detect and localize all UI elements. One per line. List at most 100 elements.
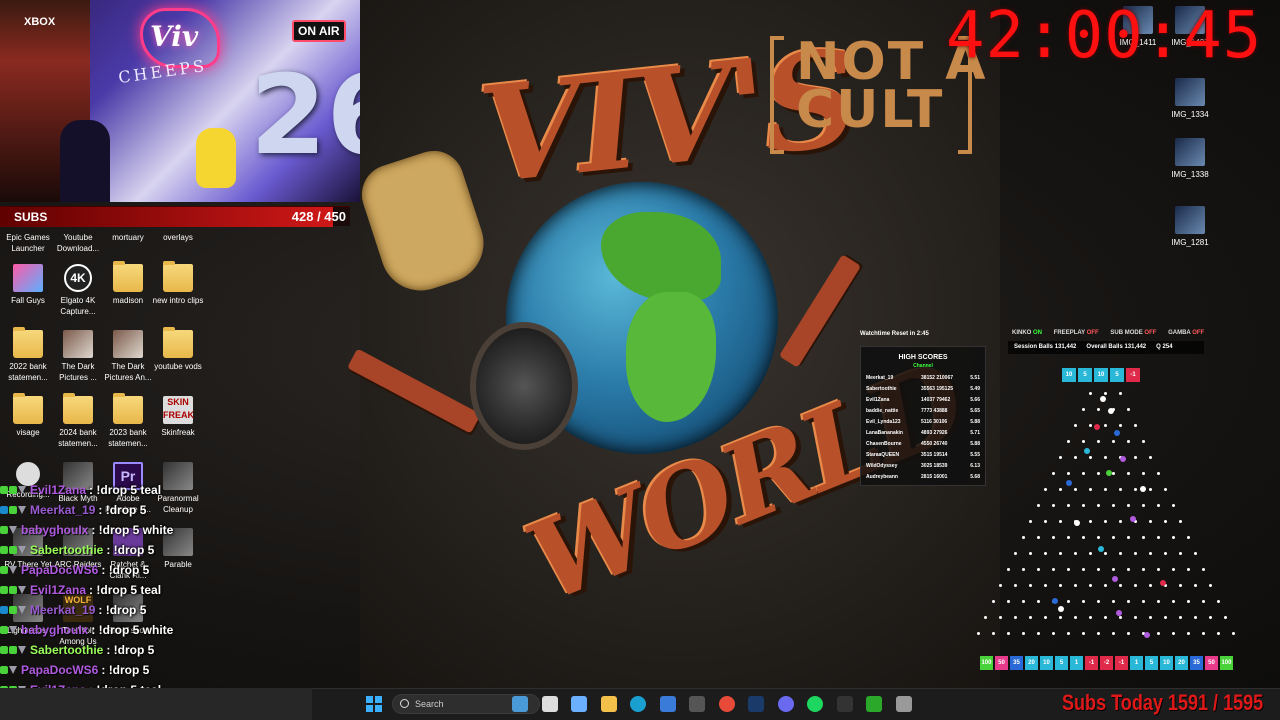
- plinko-peg: [1179, 552, 1182, 555]
- desktop-icon-9[interactable]: The Dark Pictures ...: [52, 330, 104, 383]
- plinko-bottom-slot: 35: [1010, 656, 1023, 670]
- high-score-ratio: 5.66: [970, 397, 980, 403]
- plinko-peg: [1111, 504, 1115, 507]
- obs-icon[interactable]: [689, 696, 705, 712]
- desktop-icon-1[interactable]: Youtube Download...: [52, 232, 104, 254]
- high-scores-subtitle: Channel: [913, 363, 933, 369]
- xbox-icon[interactable]: [866, 696, 882, 712]
- search-placeholder: Search: [415, 699, 444, 709]
- plinko-peg: [1119, 584, 1122, 587]
- plinko-status: KINKO ON FREEPLAY OFF SUB MODE OFF GAMBA…: [1012, 330, 1204, 336]
- plinko-peg: [1021, 632, 1025, 635]
- chat-message: Sabertoothie: !drop 5: [0, 640, 154, 660]
- desktop-icon-image-3[interactable]: IMG_1338: [1164, 138, 1216, 180]
- plinko-peg: [1134, 424, 1137, 427]
- gamba-label: GAMBA: [1168, 330, 1191, 336]
- plinko-peg: [1111, 440, 1115, 443]
- desktop-icon-5[interactable]: 4K Elgato 4K Capture...: [52, 264, 104, 317]
- start-button[interactable]: [366, 696, 382, 712]
- chat-text: : !drop 5 teal: [89, 483, 162, 497]
- plinko-bottom-slot: 50: [1205, 656, 1218, 670]
- plinko-peg: [1149, 520, 1152, 523]
- plinko-peg: [1209, 616, 1212, 619]
- desktop-icon-label: 2023 bank statemen...: [108, 428, 148, 448]
- chat-text: : !drop 5: [101, 563, 150, 577]
- spotify-icon[interactable]: [807, 696, 823, 712]
- high-score-value: 3515 19514: [921, 452, 948, 458]
- chat-text: : !drop 5: [106, 543, 155, 557]
- high-score-row: baddie_nattie 7773 43888 5.65: [866, 406, 980, 417]
- session-balls-value: 131,442: [1054, 344, 1077, 350]
- chat-badge-icon: [9, 506, 17, 514]
- desktop-icon-3[interactable]: overlays: [152, 232, 204, 243]
- steam-icon[interactable]: [748, 696, 764, 712]
- plinko-peg: [1186, 632, 1190, 635]
- plinko-peg: [1089, 552, 1092, 555]
- chat-message: PapaDocWS6: !drop 5: [0, 560, 149, 580]
- plinko-peg: [1066, 568, 1070, 571]
- widgets-icon[interactable]: [512, 696, 528, 712]
- plinko-peg: [1074, 552, 1077, 555]
- plinko-peg: [1051, 568, 1055, 571]
- chat-badge-icon: [0, 526, 8, 534]
- plinko-peg: [1074, 584, 1077, 587]
- desktop-icon-2[interactable]: mortuary: [102, 232, 154, 243]
- desktop-icon-label: youtube vods: [154, 362, 202, 371]
- plinko-peg: [1141, 440, 1145, 443]
- desktop-icon-12[interactable]: visage: [2, 393, 54, 438]
- plinko-peg: [1134, 488, 1137, 491]
- chrome-icon[interactable]: [718, 696, 735, 712]
- skin-icon: SKIN FREAK: [163, 396, 194, 424]
- chat-badge-icon: [0, 486, 8, 494]
- plinko-peg: [1111, 632, 1115, 635]
- desktop-icon-0[interactable]: Epic Games Launcher: [2, 232, 54, 254]
- webcam-feed: XBOX Viv CHEEPS 26 ON AIR: [0, 0, 360, 202]
- desktop-icon-image-4[interactable]: IMG_1281: [1164, 206, 1216, 248]
- plinko-peg: [1051, 472, 1055, 475]
- plinko-peg: [1066, 504, 1070, 507]
- subs-today-counter: Subs Today 1591 / 1595: [1062, 690, 1264, 715]
- high-score-name: StaraaQUEEN: [866, 452, 900, 458]
- discord-icon[interactable]: [777, 696, 794, 712]
- plinko-peg: [1141, 472, 1145, 475]
- plinko-peg: [991, 600, 995, 603]
- chat-username: Meerkat_19: [30, 603, 96, 617]
- plinko-ball: [1084, 448, 1090, 454]
- desktop-icon-6[interactable]: madison: [102, 261, 154, 306]
- desktop-icon-10[interactable]: The Dark Pictures An...: [102, 330, 154, 383]
- plinko-peg: [1081, 504, 1085, 507]
- edge-icon[interactable]: [630, 696, 646, 712]
- plinko-peg: [999, 616, 1002, 619]
- image-thumbnail-icon: [1175, 78, 1205, 106]
- plinko-peg: [1074, 616, 1077, 619]
- plinko-peg: [1006, 568, 1010, 571]
- task-view-icon[interactable]: [541, 696, 558, 712]
- file-explorer-icon[interactable]: [600, 696, 617, 712]
- chat-badge-icon: [18, 586, 26, 594]
- high-score-name: Evil1Zana: [866, 397, 890, 403]
- chat-text: : !drop 5: [101, 663, 150, 677]
- desktop-icon-4[interactable]: Fall Guys: [2, 264, 54, 306]
- desktop-icon-13[interactable]: 2024 bank statemen...: [52, 393, 104, 449]
- plinko-peg: [1059, 456, 1062, 459]
- high-score-row: LanaBananakin 4893 27926 5.71: [866, 428, 980, 439]
- high-score-ratio: 6.13: [970, 463, 980, 469]
- plinko-peg: [999, 584, 1002, 587]
- terminal-icon[interactable]: [836, 696, 853, 712]
- desktop-icon-image-2[interactable]: IMG_1334: [1164, 78, 1216, 120]
- desktop-icon-7[interactable]: new intro clips: [152, 261, 204, 306]
- desktop-icon-11[interactable]: youtube vods: [152, 327, 204, 372]
- desktop-icon-15[interactable]: SKIN FREAK Skinfreak: [152, 396, 204, 438]
- copilot-icon[interactable]: [571, 696, 587, 712]
- desktop-icon-8[interactable]: 2022 bank statemen...: [2, 327, 54, 383]
- chat-badge-icon: [0, 666, 8, 674]
- chat-message: Sabertoothie: !drop 5: [0, 540, 154, 560]
- store-icon[interactable]: [659, 696, 676, 712]
- plinko-ball: [1100, 396, 1106, 402]
- chat-text: : !drop 5: [98, 603, 147, 617]
- chat-username: babyghouIx: [21, 623, 89, 637]
- plinko-peg: [1111, 536, 1115, 539]
- settings-icon[interactable]: [895, 696, 912, 712]
- submode-value: OFF: [1144, 330, 1157, 336]
- desktop-icon-14[interactable]: 2023 bank statemen...: [102, 393, 154, 449]
